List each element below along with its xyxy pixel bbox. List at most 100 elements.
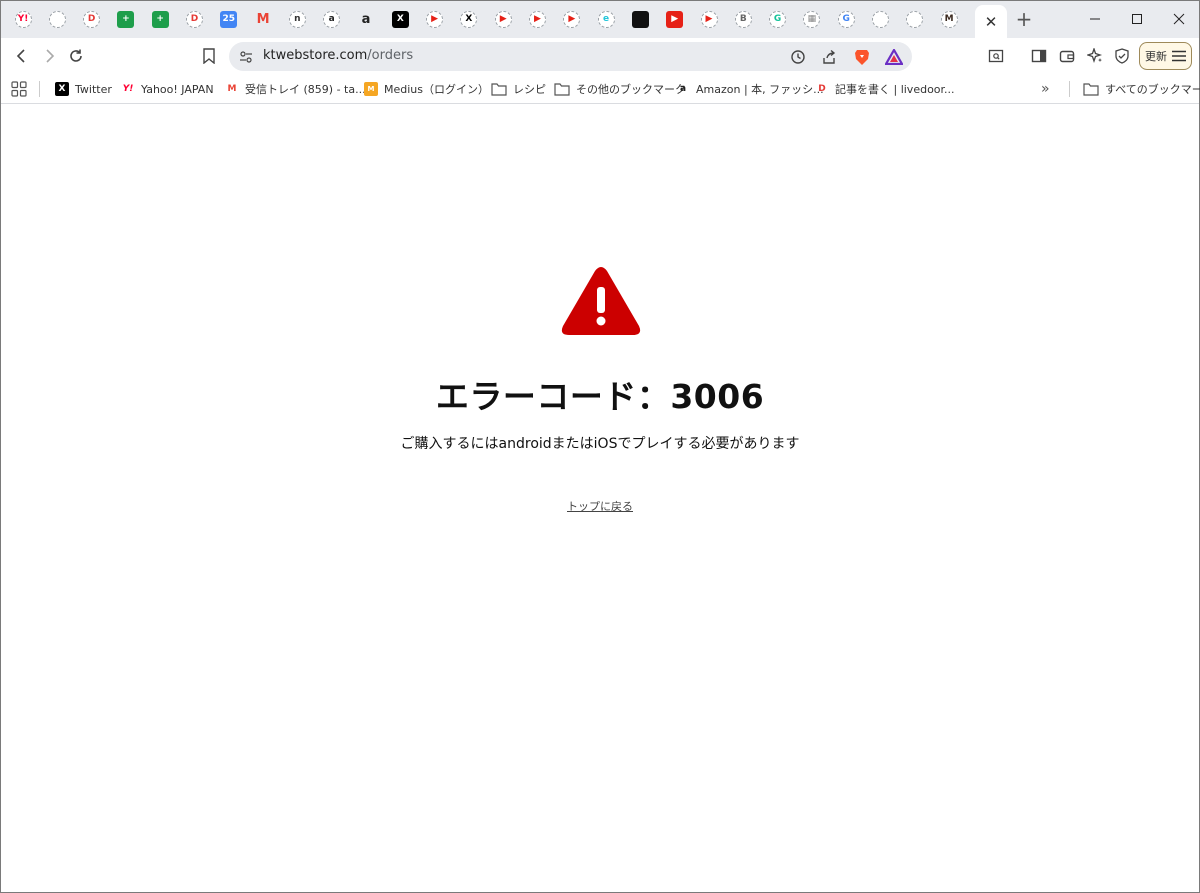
wallet-button[interactable]	[1054, 43, 1080, 69]
browser-tab[interactable]: M	[933, 5, 965, 33]
page-content: エラーコード：3006 ご購入するにはandroidまたはiOSでプレイする必要…	[1, 105, 1199, 892]
browser-tab[interactable]: G	[830, 5, 862, 33]
browser-tab[interactable]: ▶	[693, 5, 725, 33]
browser-tab[interactable]: D	[179, 5, 211, 33]
yahoo-icon: Y!	[122, 84, 134, 94]
browser-tab[interactable]	[41, 5, 73, 33]
browser-tab[interactable]: X	[384, 5, 416, 33]
bookmark-livedoor[interactable]: D 記事を書く | livedoor...	[815, 80, 954, 98]
browser-tab[interactable]: n	[281, 5, 313, 33]
browser-tab[interactable]: D	[76, 5, 108, 33]
browser-tab[interactable]: +	[144, 5, 176, 33]
browser-tab[interactable]: 25	[213, 5, 245, 33]
site-info-button[interactable]	[235, 46, 257, 68]
browser-tab[interactable]: ▶	[556, 5, 588, 33]
maximize-button[interactable]	[1115, 1, 1159, 37]
medius-icon: M	[364, 82, 378, 96]
m-logo-icon: M	[940, 10, 958, 28]
bookmark-label: Amazon | 本, ファッシ...	[696, 83, 824, 96]
close-icon	[1173, 13, 1185, 25]
close-window-button[interactable]	[1157, 1, 1200, 37]
bookmark-label: Medius（ログイン）	[384, 83, 489, 96]
maximize-icon	[1132, 14, 1142, 24]
browser-tab[interactable]: e	[590, 5, 622, 33]
url-text[interactable]: ktwebstore.com/orders	[263, 48, 413, 63]
back-button[interactable]	[9, 43, 35, 69]
browser-tab[interactable]	[899, 5, 931, 33]
bookmark-icon	[203, 48, 215, 64]
youtube-icon: ▶	[494, 10, 512, 28]
bookmark-medius-login[interactable]: M Medius（ログイン）	[364, 80, 489, 98]
vpn-button[interactable]	[1109, 43, 1135, 69]
x-icon: X	[55, 82, 69, 96]
apps-grid-icon	[11, 81, 27, 97]
address-bar[interactable]: ktwebstore.com/orders	[229, 42, 912, 71]
bookmark-twitter[interactable]: X Twitter	[55, 80, 112, 98]
browser-tab[interactable]: M	[247, 5, 279, 33]
update-menu-button[interactable]: 更新	[1139, 42, 1192, 70]
active-tab[interactable]: ✕	[975, 5, 1007, 38]
bookmark-page-button[interactable]	[196, 43, 222, 69]
youtube-icon: ▶	[529, 10, 546, 28]
back-arrow-icon	[16, 49, 25, 63]
browser-tab[interactable]: ▶	[522, 5, 554, 33]
youtube-icon: ▶	[426, 10, 444, 28]
gmail-icon: M	[227, 84, 237, 94]
brave-shields-button[interactable]	[851, 46, 873, 68]
bookmark-amazon[interactable]: a Amazon | 本, ファッシ...	[676, 80, 824, 98]
bookmarks-overflow-button[interactable]: »	[1041, 80, 1050, 98]
browser-tab[interactable]: ▦	[796, 5, 828, 33]
browser-tab[interactable]: ▶	[419, 5, 451, 33]
browser-tab[interactable]: a	[316, 5, 348, 33]
browser-tab[interactable]	[624, 5, 656, 33]
folder-icon	[491, 83, 507, 96]
browser-tab[interactable]: B	[727, 5, 759, 33]
leo-ai-button[interactable]	[1082, 43, 1108, 69]
error-message: ご購入するにはandroidまたはiOSでプレイする必要があります	[400, 436, 800, 452]
sheets-icon: +	[117, 10, 135, 28]
tab-search-button[interactable]	[983, 43, 1009, 69]
back-to-top-link[interactable]: トップに戻る	[567, 500, 633, 513]
amazon-icon: a	[679, 84, 687, 94]
browser-tab[interactable]: Y!	[7, 5, 39, 33]
browser-tab[interactable]: ▶	[659, 5, 691, 33]
bookmark-folder-other[interactable]: その他のブックマーク	[554, 80, 686, 98]
b-logo-icon: B	[734, 10, 752, 28]
minimize-button[interactable]	[1073, 1, 1117, 37]
bookmark-yahoo-japan[interactable]: Y! Yahoo! JAPAN	[121, 80, 214, 98]
bookmark-folder-recipes[interactable]: レシピ	[491, 80, 546, 98]
bookmarks-divider	[1069, 81, 1070, 97]
sheets-icon: +	[151, 10, 169, 28]
sparkle-icon	[1087, 48, 1103, 64]
sidebar-button[interactable]	[1026, 43, 1052, 69]
brave-rewards-button[interactable]	[883, 46, 905, 68]
livedoor-icon: D	[818, 84, 826, 94]
bookmark-gmail-inbox[interactable]: M 受信トレイ (859) - ta...	[225, 80, 366, 98]
forward-button[interactable]	[36, 43, 62, 69]
game-icon	[906, 10, 924, 28]
browser-tab[interactable]: a	[350, 5, 382, 33]
bookmarks-divider	[39, 81, 40, 97]
sidebar-icon	[1031, 49, 1047, 63]
calendar-icon: 25	[220, 10, 238, 28]
browser-tab[interactable]: G	[762, 5, 794, 33]
browser-tab[interactable]: X	[453, 5, 485, 33]
reload-button[interactable]	[63, 43, 89, 69]
share-button[interactable]	[818, 46, 840, 68]
history-button[interactable]	[787, 46, 809, 68]
bookmark-label: その他のブックマーク	[576, 83, 686, 96]
all-bookmarks-button[interactable]: すべてのブックマーク	[1083, 80, 1200, 98]
browser-toolbar: ktwebstore.com/orders 更新	[1, 38, 1199, 74]
new-tab-button[interactable]: +	[1012, 7, 1036, 31]
chevron-double-right-icon: »	[1041, 81, 1050, 97]
browser-tab[interactable]	[865, 5, 897, 33]
yahoo-icon: Y!	[14, 10, 32, 28]
browser-tab[interactable]: ▶	[487, 5, 519, 33]
apps-button[interactable]	[11, 80, 27, 98]
browser-tab[interactable]: +	[110, 5, 142, 33]
d-logo-icon: D	[83, 10, 101, 28]
minimize-icon	[1090, 18, 1100, 20]
close-tab-icon[interactable]: ✕	[985, 13, 998, 31]
x-icon: X	[391, 10, 409, 28]
warning-triangle-icon	[561, 267, 641, 335]
